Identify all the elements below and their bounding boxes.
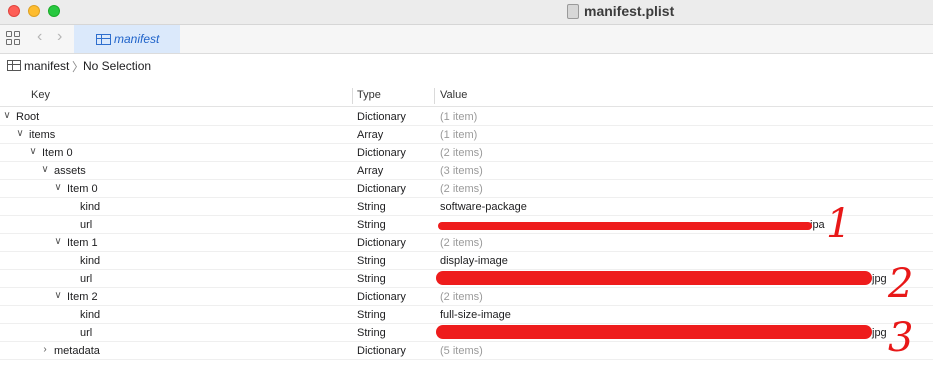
row-value[interactable]: full-size-image <box>440 309 511 321</box>
row-type[interactable]: Dictionary <box>357 147 406 159</box>
row-key: url <box>80 273 93 285</box>
breadcrumb-selection[interactable]: No Selection <box>83 59 151 73</box>
table-row[interactable]: ∨ Item 1 Dictionary (2 items) <box>0 234 933 252</box>
redaction-mark <box>436 271 872 285</box>
row-key: url <box>80 327 93 339</box>
chevron-right-icon[interactable]: › <box>57 28 62 46</box>
zoom-window-button[interactable] <box>48 5 60 17</box>
table-icon <box>96 34 111 45</box>
table-row[interactable]: url String jpg 2 <box>0 264 933 304</box>
row-type[interactable]: String <box>357 255 386 267</box>
column-key[interactable]: Key <box>31 89 50 101</box>
column-value[interactable]: Value <box>440 89 467 101</box>
row-key: Item 0 <box>42 147 73 159</box>
column-header: Key Type Value <box>0 86 933 107</box>
row-type[interactable]: String <box>357 273 386 285</box>
row-value[interactable]: software-package <box>440 201 527 213</box>
row-value: (3 items) <box>440 165 483 177</box>
table-row[interactable]: ∨ items Array (1 item) <box>0 126 933 144</box>
table-row[interactable]: ∨ Item 0 Dictionary (2 items) <box>0 180 933 198</box>
row-key: url <box>80 219 93 231</box>
table-row[interactable]: kind String display-image <box>0 252 933 270</box>
chevron-down-icon[interactable]: ∨ <box>53 182 63 193</box>
tab-manifest[interactable]: manifest <box>74 25 180 53</box>
row-value: (1 item) <box>440 129 478 141</box>
row-key: items <box>29 129 56 141</box>
close-window-button[interactable] <box>8 5 20 17</box>
row-key: metadata <box>54 345 100 357</box>
row-type[interactable]: String <box>357 327 386 339</box>
row-type[interactable]: Dictionary <box>357 183 406 195</box>
table-row[interactable]: › metadata Dictionary (5 items) <box>0 342 933 360</box>
column-type[interactable]: Type <box>357 89 381 101</box>
row-value: (1 item) <box>440 111 478 123</box>
row-key: Item 0 <box>67 183 98 195</box>
row-type[interactable]: Dictionary <box>357 111 406 123</box>
row-value: (2 items) <box>440 183 483 195</box>
window-title: manifest.plist <box>584 3 675 19</box>
row-type[interactable]: Dictionary <box>357 237 406 249</box>
table-row[interactable]: url String ipa 1 <box>0 204 933 244</box>
table-row[interactable]: ∨ Item 0 Dictionary (2 items) <box>0 144 933 162</box>
row-type[interactable]: Array <box>357 129 383 141</box>
breadcrumb: manifest 〉 No Selection <box>0 54 933 78</box>
redaction-mark <box>436 325 872 339</box>
row-value[interactable]: display-image <box>440 255 508 267</box>
breadcrumb-root[interactable]: manifest <box>24 59 69 73</box>
chevron-down-icon[interactable]: ∨ <box>2 110 12 121</box>
plist-outline: ∨ Root Dictionary (1 item) ∨ items Array… <box>0 108 933 360</box>
redaction-mark <box>438 222 812 230</box>
row-type[interactable]: String <box>357 219 386 231</box>
row-value-suffix[interactable]: jpg <box>872 327 887 339</box>
row-key: assets <box>54 165 86 177</box>
row-key: kind <box>80 201 101 213</box>
row-value: (2 items) <box>440 147 483 159</box>
table-row[interactable]: ∨ Item 2 Dictionary (2 items) <box>0 288 933 306</box>
row-value: (2 items) <box>440 291 483 303</box>
toolbar: ‹ › manifest <box>0 25 933 54</box>
table-row[interactable]: ∨ Root Dictionary (1 item) <box>0 108 933 126</box>
row-type[interactable]: String <box>357 309 386 321</box>
tab-label: manifest <box>114 32 160 46</box>
row-type[interactable]: Dictionary <box>357 291 406 303</box>
chevron-left-icon[interactable]: ‹ <box>37 28 42 46</box>
row-key: Item 2 <box>67 291 98 303</box>
chevron-down-icon[interactable]: ∨ <box>28 146 38 157</box>
row-type[interactable]: Dictionary <box>357 345 406 357</box>
title-bar: manifest.plist <box>0 0 933 25</box>
row-key: Root <box>16 111 40 123</box>
row-key: kind <box>80 309 101 321</box>
minimize-window-button[interactable] <box>28 5 40 17</box>
row-type[interactable]: Array <box>357 165 383 177</box>
table-row[interactable]: ∨ assets Array (3 items) <box>0 162 933 180</box>
row-type[interactable]: String <box>357 201 386 213</box>
row-key: kind <box>80 255 101 267</box>
chevron-right-icon[interactable]: › <box>40 344 50 355</box>
row-value: (2 items) <box>440 237 483 249</box>
row-key: Item 1 <box>67 237 98 249</box>
document-icon <box>567 4 579 19</box>
chevron-down-icon[interactable]: ∨ <box>40 164 50 175</box>
grid-icon[interactable] <box>6 31 20 45</box>
table-row[interactable]: kind String full-size-image <box>0 306 933 324</box>
chevron-down-icon[interactable]: ∨ <box>15 128 25 139</box>
row-value: (5 items) <box>440 345 483 357</box>
row-value-suffix[interactable]: ipa <box>810 219 825 231</box>
chevron-down-icon[interactable]: ∨ <box>53 236 63 247</box>
row-value-suffix[interactable]: jpg <box>872 273 887 285</box>
chevron-down-icon[interactable]: ∨ <box>53 290 63 301</box>
table-row[interactable]: url String jpg 3 <box>0 318 933 358</box>
table-row[interactable]: kind String software-package <box>0 198 933 216</box>
table-icon <box>7 60 21 71</box>
